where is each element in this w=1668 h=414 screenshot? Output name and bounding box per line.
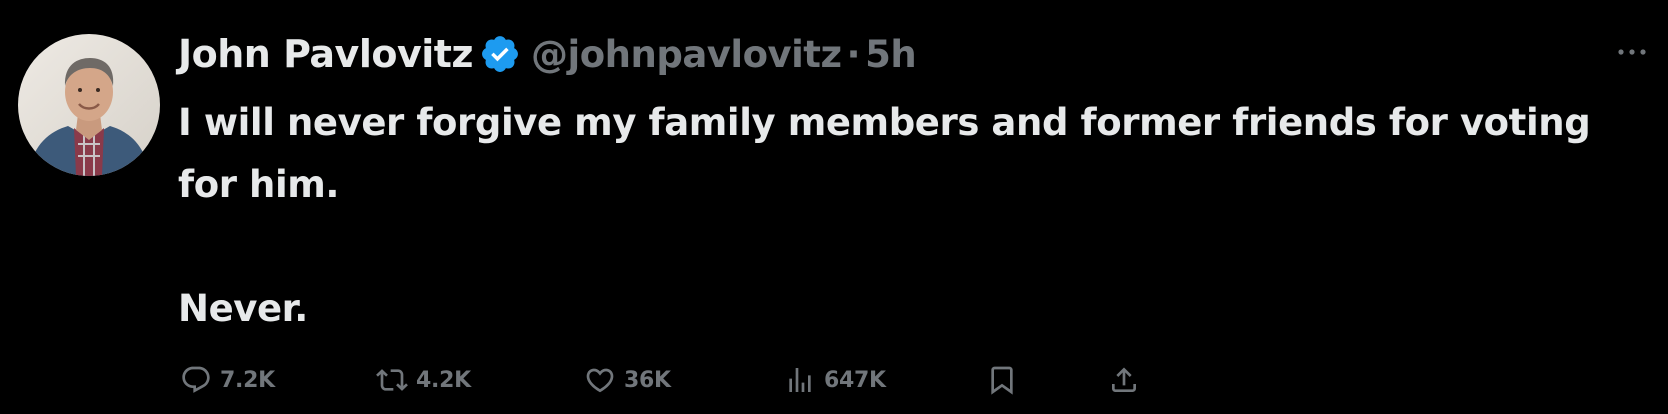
views-count: 647K xyxy=(824,367,886,393)
share-button[interactable] xyxy=(1108,360,1148,400)
bookmark-button[interactable] xyxy=(986,360,1026,400)
tweet-timestamp[interactable]: 5h xyxy=(865,33,917,76)
like-button[interactable]: 36K xyxy=(584,360,671,400)
repost-button[interactable]: 4.2K xyxy=(376,360,471,400)
tweet-header: John Pavlovitz @johnpavlovitz · 5h xyxy=(178,28,917,80)
avatar-image xyxy=(18,34,160,176)
more-icon[interactable] xyxy=(1614,40,1650,64)
views-icon xyxy=(789,368,811,392)
tweet[interactable]: John Pavlovitz @johnpavlovitz · 5h I wil… xyxy=(0,0,1668,414)
avatar[interactable] xyxy=(18,34,160,176)
tweet-text-line: Never. xyxy=(178,287,308,330)
reply-count: 7.2K xyxy=(220,367,275,393)
like-count: 36K xyxy=(624,367,671,393)
tweet-text: I will never forgive my family members a… xyxy=(178,92,1638,340)
heart-icon xyxy=(586,368,614,393)
repost-icon xyxy=(376,369,408,391)
tweet-text-line: I will never forgive my family members a… xyxy=(178,101,1591,206)
display-name[interactable]: John Pavlovitz xyxy=(178,32,474,76)
tweet-text-blank-line xyxy=(178,216,1638,278)
reply-button[interactable]: 7.2K xyxy=(180,360,275,400)
author-handle[interactable]: @johnpavlovitz xyxy=(531,33,842,76)
bookmark-icon xyxy=(991,366,1013,395)
tweet-actions: 7.2K 4.2K 36K 647K xyxy=(180,360,1660,400)
views-button[interactable]: 647K xyxy=(784,360,886,400)
share-icon xyxy=(1112,367,1136,392)
verified-badge-icon[interactable] xyxy=(479,33,521,75)
reply-icon xyxy=(182,366,210,393)
separator-dot: · xyxy=(846,32,861,76)
repost-count: 4.2K xyxy=(416,367,471,393)
